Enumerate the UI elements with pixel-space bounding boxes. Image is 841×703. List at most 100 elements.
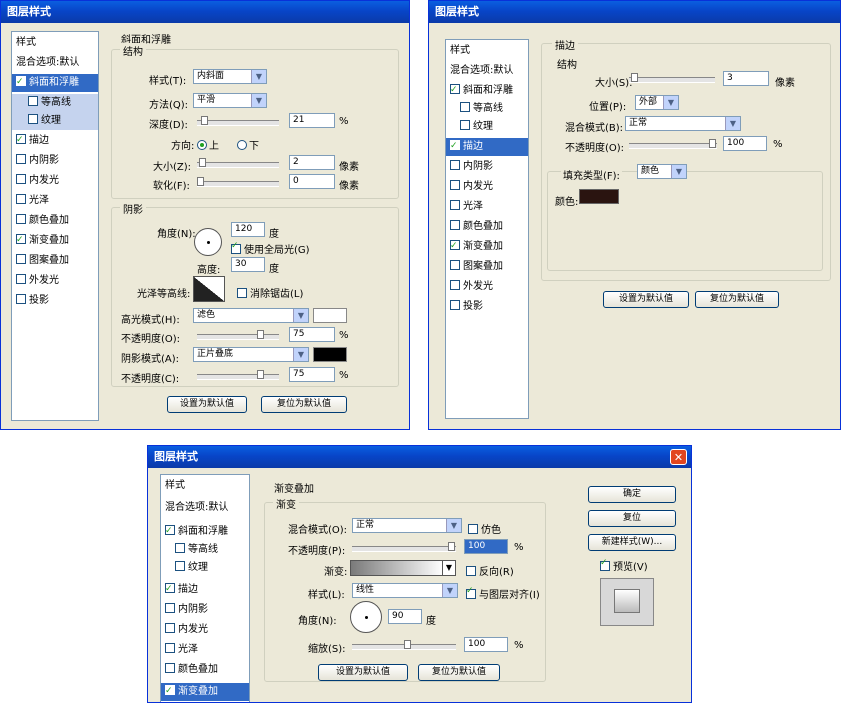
slider-thumb[interactable] bbox=[257, 330, 264, 339]
dither-checkbox[interactable]: 仿色 bbox=[468, 521, 501, 536]
size-slider[interactable] bbox=[197, 158, 279, 168]
style-item-stroke[interactable]: 描边 bbox=[161, 580, 249, 599]
make-default-button[interactable]: 设置为默认值 bbox=[603, 291, 689, 308]
size-slider[interactable] bbox=[629, 73, 715, 83]
global-light-checkbox[interactable]: 使用全局光(G) bbox=[231, 241, 310, 256]
checkbox-icon[interactable] bbox=[165, 643, 175, 653]
style-item-contour[interactable]: 等高线 bbox=[12, 94, 98, 112]
radio-icon[interactable] bbox=[237, 140, 247, 150]
reset-default-button[interactable]: 复位为默认值 bbox=[418, 664, 500, 681]
opacity1-slider[interactable] bbox=[197, 330, 279, 340]
checkbox-icon[interactable] bbox=[450, 200, 460, 210]
chevron-down-icon[interactable]: ▼ bbox=[663, 96, 678, 109]
chevron-down-icon[interactable]: ▼ bbox=[725, 117, 740, 130]
checkbox-icon[interactable] bbox=[28, 114, 38, 124]
method-select[interactable]: 平滑 ▼ bbox=[193, 93, 267, 108]
close-icon[interactable]: ✕ bbox=[670, 449, 687, 465]
chevron-down-icon[interactable]: ▼ bbox=[293, 309, 308, 322]
slider-thumb[interactable] bbox=[257, 370, 264, 379]
opacity-slider[interactable] bbox=[352, 542, 456, 552]
chevron-down-icon[interactable]: ▼ bbox=[446, 519, 461, 532]
scale-input[interactable]: 100 bbox=[464, 637, 508, 652]
checkbox-icon[interactable] bbox=[450, 220, 460, 230]
slider-thumb[interactable] bbox=[709, 139, 716, 148]
checkbox-icon[interactable] bbox=[165, 663, 175, 673]
checkbox-icon[interactable] bbox=[468, 524, 478, 534]
make-default-button[interactable]: 设置为默认值 bbox=[318, 664, 408, 681]
checkbox-icon[interactable] bbox=[165, 623, 175, 633]
checkbox-icon[interactable] bbox=[16, 154, 26, 164]
style-item-bevel[interactable]: 斜面和浮雕 bbox=[12, 73, 98, 92]
opacity2-input[interactable]: 75 bbox=[289, 367, 335, 382]
blend-select[interactable]: 正常 ▼ bbox=[625, 116, 741, 131]
checkbox-icon[interactable] bbox=[16, 231, 26, 249]
shadow-select[interactable]: 正片叠底 ▼ bbox=[193, 347, 309, 362]
checkbox-icon[interactable] bbox=[460, 102, 470, 112]
size-input[interactable]: 2 bbox=[289, 155, 335, 170]
checkbox-icon[interactable] bbox=[175, 561, 185, 571]
reset-default-button[interactable]: 复位为默认值 bbox=[261, 396, 347, 413]
checkbox-icon[interactable] bbox=[466, 586, 476, 599]
checkbox-icon[interactable] bbox=[600, 558, 610, 571]
size-input[interactable]: 3 bbox=[723, 71, 769, 86]
checkbox-icon[interactable] bbox=[450, 260, 460, 270]
checkbox-icon[interactable] bbox=[165, 603, 175, 613]
highlight-color-swatch[interactable] bbox=[313, 308, 347, 323]
chevron-down-icon[interactable]: ▼ bbox=[251, 70, 266, 83]
style-item-blending[interactable]: 混合选项:默认 bbox=[161, 499, 249, 517]
checkbox-icon[interactable] bbox=[16, 174, 26, 184]
align-checkbox[interactable]: 与图层对齐(I) bbox=[466, 586, 540, 601]
style-item-inner-glow[interactable]: 内发光 bbox=[12, 172, 98, 190]
checkbox-icon[interactable] bbox=[231, 241, 241, 254]
direction-down-radio[interactable]: 下 bbox=[237, 137, 259, 152]
angle-input[interactable]: 90 bbox=[388, 609, 422, 624]
checkbox-icon[interactable] bbox=[16, 194, 26, 204]
cancel-button[interactable]: 复位 bbox=[588, 510, 676, 527]
reset-default-button[interactable]: 复位为默认值 bbox=[695, 291, 779, 308]
slider-thumb[interactable] bbox=[199, 158, 206, 167]
checkbox-icon[interactable] bbox=[16, 254, 26, 264]
depth-slider[interactable] bbox=[197, 116, 279, 126]
style-item-pattern-overlay[interactable]: 图案叠加 bbox=[12, 252, 98, 270]
style-item-texture[interactable]: 纹理 bbox=[12, 112, 98, 130]
style-item-texture[interactable]: 纹理 bbox=[446, 118, 528, 136]
radio-icon[interactable] bbox=[197, 140, 207, 150]
slider-thumb[interactable] bbox=[404, 640, 411, 649]
style-item-gradient-overlay[interactable]: 渐变叠加 bbox=[446, 237, 528, 256]
altitude-input[interactable]: 30 bbox=[231, 257, 265, 272]
chevron-down-icon[interactable]: ▼ bbox=[293, 348, 308, 361]
style-item-drop-shadow[interactable]: 投影 bbox=[446, 298, 528, 316]
style-item-contour[interactable]: 等高线 bbox=[446, 100, 528, 118]
style-item-bevel[interactable]: 斜面和浮雕 bbox=[161, 522, 249, 541]
gloss-contour-preview[interactable] bbox=[193, 276, 225, 302]
slider-thumb[interactable] bbox=[201, 116, 208, 125]
checkbox-icon[interactable] bbox=[450, 180, 460, 190]
slider-thumb[interactable] bbox=[631, 73, 638, 82]
style-item-inner-glow[interactable]: 内发光 bbox=[161, 621, 249, 639]
shadow-color-swatch[interactable] bbox=[313, 347, 347, 362]
style-item-stroke[interactable]: 描边 bbox=[446, 137, 528, 156]
reverse-checkbox[interactable]: 反向(R) bbox=[466, 563, 514, 578]
direction-up-radio[interactable]: 上 bbox=[197, 137, 219, 152]
checkbox-icon[interactable] bbox=[16, 73, 26, 91]
checkbox-icon[interactable] bbox=[450, 160, 460, 170]
angle-dial[interactable] bbox=[194, 228, 222, 256]
style-item-gradient-overlay[interactable]: 渐变叠加 bbox=[161, 682, 249, 701]
style-item-inner-glow[interactable]: 内发光 bbox=[446, 178, 528, 196]
style-item-texture[interactable]: 纹理 bbox=[161, 559, 249, 577]
depth-input[interactable]: 21 bbox=[289, 113, 335, 128]
chevron-down-icon[interactable]: ▼ bbox=[442, 560, 456, 576]
highlight-select[interactable]: 滤色 ▼ bbox=[193, 308, 309, 323]
style-item-bevel[interactable]: 斜面和浮雕 bbox=[446, 81, 528, 100]
style-item-outer-glow[interactable]: 外发光 bbox=[446, 278, 528, 296]
style-select[interactable]: 内斜面 ▼ bbox=[193, 69, 267, 84]
style-item-color-overlay[interactable]: 颜色叠加 bbox=[161, 661, 249, 679]
opacity-input[interactable]: 100 bbox=[723, 136, 767, 151]
style-item-color-overlay[interactable]: 颜色叠加 bbox=[446, 218, 528, 236]
style-item-satin[interactable]: 光泽 bbox=[446, 198, 528, 216]
fill-type-select[interactable]: 颜色 ▼ bbox=[637, 164, 687, 179]
style-item-inner-shadow[interactable]: 内阴影 bbox=[12, 152, 98, 170]
opacity-slider[interactable] bbox=[629, 139, 717, 149]
angle-input[interactable]: 120 bbox=[231, 222, 265, 237]
blend-select[interactable]: 正常 ▼ bbox=[352, 518, 462, 533]
